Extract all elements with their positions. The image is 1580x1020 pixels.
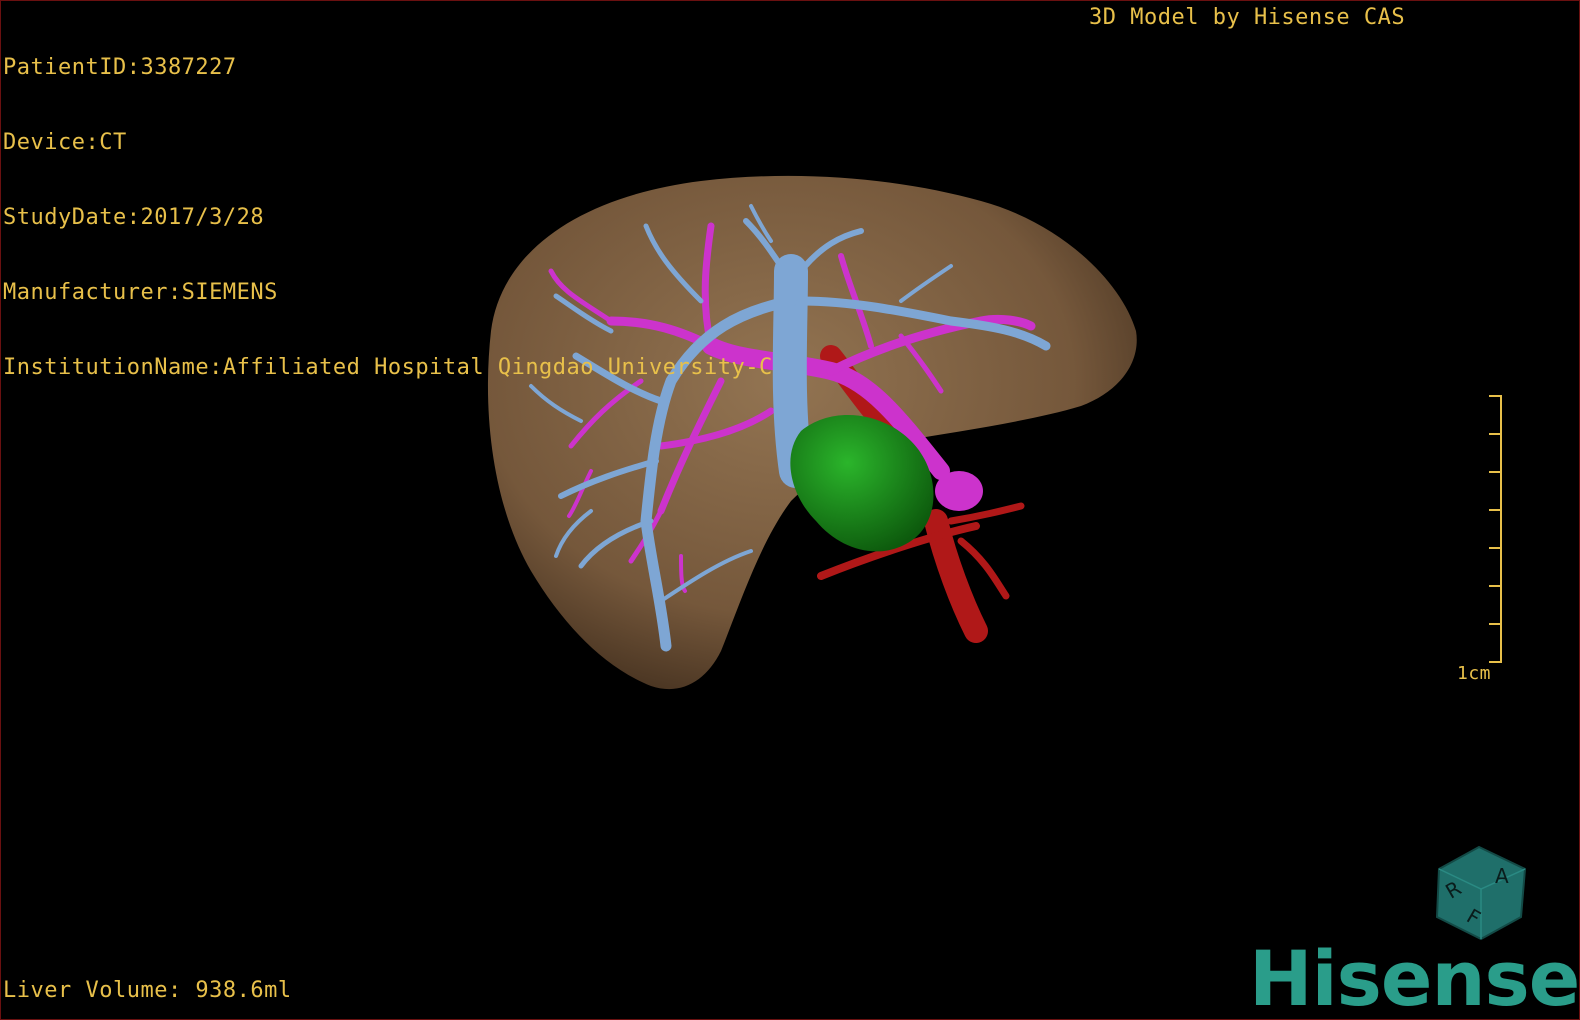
brand-title: 3D Model by Hisense CAS — [1089, 5, 1406, 30]
institution-name: InstitutionName:Affiliated Hospital Qing… — [3, 355, 773, 380]
study-date: StudyDate:2017/3/28 — [3, 205, 265, 230]
3d-viewport[interactable]: PatientID:3387227 Device:CT StudyDate:20… — [0, 0, 1580, 1020]
hisense-logo: Hisense — [1249, 934, 1580, 1020]
scale-bar — [1489, 395, 1502, 663]
dicom-info: PatientID:3387227 Device:CT StudyDate:20… — [3, 5, 773, 430]
orientation-cube-icon[interactable]: R A F — [1429, 839, 1539, 949]
portal-vein-trunk — [935, 471, 983, 511]
device: Device:CT — [3, 130, 127, 155]
patient-id: PatientID:3387227 — [3, 55, 237, 80]
cube-letter-a: A — [1495, 864, 1509, 888]
manufacturer: Manufacturer:SIEMENS — [3, 280, 278, 305]
liver-volume: Liver Volume: 938.6ml — [3, 978, 292, 1003]
scale-label: 1cm — [1457, 663, 1492, 684]
